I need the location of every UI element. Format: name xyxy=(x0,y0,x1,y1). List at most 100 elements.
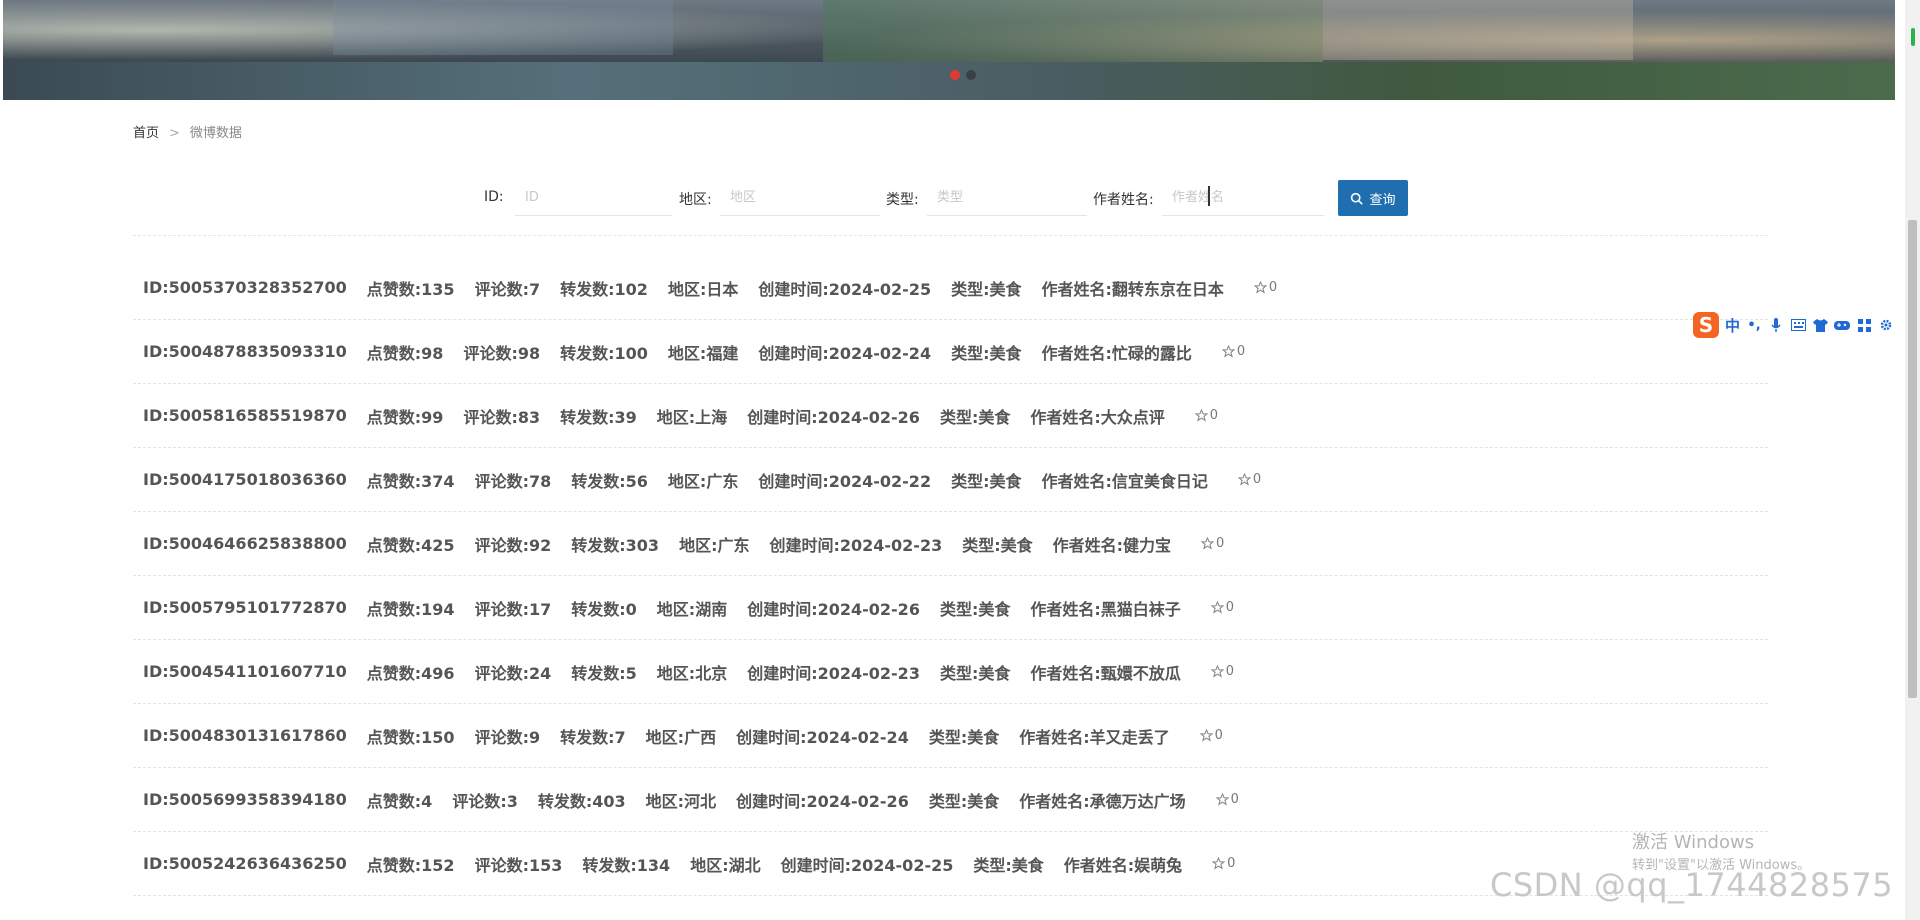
row-region: 地区:湖北 xyxy=(690,855,761,875)
ime-lang-toggle[interactable]: 中 xyxy=(1725,315,1740,336)
list-item[interactable]: ID:5005795101772870 点赞数:194 评论数:17 转发数:0 地区:… xyxy=(133,576,1768,640)
microphone-icon[interactable] xyxy=(1768,317,1784,333)
favorite-button[interactable]: 0 xyxy=(1221,344,1245,359)
sogou-logo-icon[interactable]: S xyxy=(1693,312,1719,338)
id-input[interactable] xyxy=(515,180,672,216)
type-label: 类型: xyxy=(886,192,919,208)
favorite-button[interactable]: 0 xyxy=(1199,728,1223,743)
favorite-button[interactable]: 0 xyxy=(1253,280,1278,295)
row-comments: 评论数:17 xyxy=(474,599,552,619)
favorite-count: 0 xyxy=(1216,536,1225,551)
row-created: 创建时间:2024-02-24 xyxy=(758,343,932,363)
row-likes: 点赞数:150 xyxy=(366,727,455,747)
search-button[interactable]: 查询 xyxy=(1338,180,1408,216)
row-type: 类型:美食 xyxy=(973,855,1044,875)
row-likes: 点赞数:4 xyxy=(366,791,433,811)
favorite-button[interactable]: 0 xyxy=(1237,472,1262,487)
divider xyxy=(133,235,1768,236)
list-item[interactable]: ID:5005699358394180 点赞数:4 评论数:3 转发数:403 地区:河… xyxy=(133,768,1768,832)
scroll-indicator xyxy=(1911,28,1915,46)
star-icon xyxy=(1201,537,1215,550)
list-item[interactable]: ID:5004646625838800 点赞数:425 评论数:92 转发数:303 地… xyxy=(133,512,1768,576)
region-input[interactable] xyxy=(720,180,880,216)
carousel-dot[interactable] xyxy=(966,70,976,80)
gamepad-icon[interactable] xyxy=(1834,317,1851,333)
list-item[interactable]: ID:5004830131617860 点赞数:150 评论数:9 转发数:7 地区:广… xyxy=(133,704,1768,768)
row-created: 创建时间:2024-02-26 xyxy=(747,599,920,619)
favorite-count: 0 xyxy=(1209,408,1219,423)
star-icon xyxy=(1237,473,1251,486)
punctuation-icon[interactable]: •, xyxy=(1746,317,1762,333)
carousel-dot-active[interactable] xyxy=(950,70,960,80)
row-type: 类型:美食 xyxy=(951,279,1022,299)
row-created: 创建时间:2024-02-26 xyxy=(747,407,920,427)
row-id: ID:5004830131617860 xyxy=(143,726,347,745)
list-item[interactable]: ID:5005816585519870 点赞数:99 评论数:83 转发数:39 地区:… xyxy=(133,384,1768,448)
row-author: 作者姓名:忙碌的露比 xyxy=(1041,343,1192,363)
breadcrumb-home[interactable]: 首页 xyxy=(133,126,159,141)
banner-image-segment xyxy=(3,62,1895,100)
settings-icon[interactable] xyxy=(1878,317,1894,333)
skin-shirt-icon[interactable] xyxy=(1812,317,1828,333)
row-author: 作者姓名:大众点评 xyxy=(1030,407,1165,427)
author-label: 作者姓名: xyxy=(1093,192,1154,208)
list-item[interactable]: ID:5004541101607710 点赞数:496 评论数:24 转发数:5 地区:… xyxy=(133,640,1768,704)
row-id: ID:5004646625838800 xyxy=(143,534,347,553)
row-region: 地区:广东 xyxy=(679,535,750,555)
row-type: 类型:美食 xyxy=(928,791,1000,811)
author-input[interactable] xyxy=(1162,180,1324,216)
banner-image-segment xyxy=(333,0,673,55)
favorite-button[interactable]: 0 xyxy=(1212,856,1235,871)
search-button-label: 查询 xyxy=(1369,192,1396,208)
hero-banner xyxy=(3,0,1895,100)
favorite-count: 0 xyxy=(1268,280,1278,295)
row-reposts: 转发数:102 xyxy=(560,279,648,299)
row-type: 类型:美食 xyxy=(939,407,1011,427)
star-icon xyxy=(1253,281,1267,294)
row-reposts: 转发数:403 xyxy=(537,791,626,811)
list-item[interactable]: ID:5004878835093310 点赞数:98 评论数:98 转发数:100 地区… xyxy=(133,320,1768,384)
row-id: ID:5005699358394180 xyxy=(143,790,347,809)
row-likes: 点赞数:98 xyxy=(366,343,444,363)
star-icon xyxy=(1210,665,1224,678)
row-reposts: 转发数:5 xyxy=(571,663,637,683)
row-region: 地区:湖南 xyxy=(656,599,728,619)
row-comments: 评论数:24 xyxy=(474,663,552,683)
favorite-count: 0 xyxy=(1252,472,1262,487)
row-type: 类型:美食 xyxy=(939,599,1011,619)
row-type: 类型:美食 xyxy=(939,663,1011,683)
text-cursor-icon xyxy=(1208,186,1210,206)
row-created: 创建时间:2024-02-23 xyxy=(747,663,920,683)
row-author: 作者姓名:甄嬛不放瓜 xyxy=(1030,663,1181,683)
row-created: 创建时间:2024-02-25 xyxy=(780,855,954,875)
list-item[interactable]: ID:5004175018036360 点赞数:374 评论数:78 转发数:56 地区… xyxy=(133,448,1768,512)
row-comments: 评论数:98 xyxy=(463,343,541,363)
grid-apps-icon[interactable] xyxy=(1856,317,1872,333)
favorite-button[interactable]: 0 xyxy=(1210,664,1234,679)
row-comments: 评论数:153 xyxy=(474,855,563,875)
row-created: 创建时间:2024-02-22 xyxy=(758,471,932,491)
row-likes: 点赞数:152 xyxy=(366,855,455,875)
star-icon xyxy=(1215,793,1229,806)
breadcrumb: 首页 > 微博数据 xyxy=(133,122,242,141)
row-id: ID:5004541101607710 xyxy=(143,662,347,681)
row-id: ID:5004878835093310 xyxy=(143,342,347,361)
row-likes: 点赞数:135 xyxy=(366,279,455,299)
list-item[interactable]: ID:5005370328352700 点赞数:135 评论数:7 转发数:102 地区… xyxy=(133,256,1768,320)
row-region: 地区:日本 xyxy=(667,279,739,299)
favorite-button[interactable]: 0 xyxy=(1215,792,1239,807)
row-type: 类型:美食 xyxy=(962,535,1033,555)
row-author: 作者姓名:翻转东京在日本 xyxy=(1041,279,1224,299)
favorite-button[interactable]: 0 xyxy=(1210,600,1234,615)
scrollbar-thumb[interactable] xyxy=(1908,220,1917,698)
favorite-button[interactable]: 0 xyxy=(1194,408,1219,423)
row-reposts: 转发数:100 xyxy=(560,343,648,363)
row-id: ID:5005370328352700 xyxy=(143,278,347,297)
row-region: 地区:广西 xyxy=(645,727,717,747)
breadcrumb-separator: > xyxy=(169,126,180,141)
keyboard-icon[interactable] xyxy=(1790,317,1806,333)
favorite-button[interactable]: 0 xyxy=(1201,536,1224,551)
row-reposts: 转发数:0 xyxy=(571,599,637,619)
row-reposts: 转发数:39 xyxy=(560,407,637,427)
type-input[interactable] xyxy=(927,180,1087,216)
